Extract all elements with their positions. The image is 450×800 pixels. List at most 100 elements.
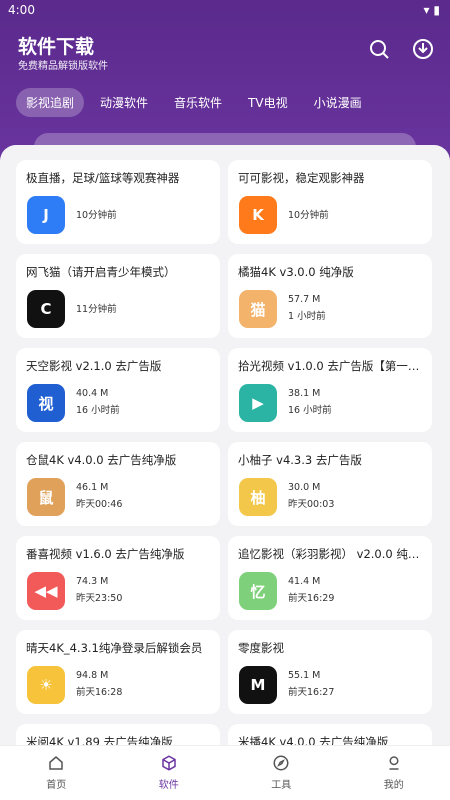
app-icon-glyph: 鼠 [38,488,54,507]
page-subtitle: 免费精品解锁版软件 [18,61,108,72]
tab-anime[interactable]: 动漫软件 [90,88,158,117]
tab-tv[interactable]: TV电视 [238,88,298,117]
tab-novels[interactable]: 小说漫画 [304,88,372,117]
app-meta: 40.4 M 16 小时前 [76,385,120,419]
app-card[interactable]: 零度影视 M 55.1 M 前天16:27 [228,630,432,714]
app-card[interactable]: 仓鼠4K v4.0.0 去广告纯净版鼠 46.1 M 昨天00:46 [16,442,220,526]
app-icon: 柚 [239,478,277,516]
app-icon: M [239,666,277,704]
app-card[interactable]: 可可影视，稳定观影神器 K 10分钟前 [228,160,432,244]
app-meta-line2: 前天16:28 [76,687,123,698]
status-time: 4:00 [8,3,35,17]
app-meta-line1: 94.8 M [76,670,109,681]
nav-tools[interactable]: 工具 [225,746,338,800]
app-meta: 46.1 M 昨天00:46 [76,479,122,513]
app-card[interactable]: 拾光视频 v1.0.0 去广告版【第一… ▶ 38.1 M 16 小时前 [228,348,432,432]
app-icon-glyph: J [43,206,49,224]
app-card[interactable]: 米播4K v4.0.0 去广告纯净版 [228,724,432,745]
tab-music[interactable]: 音乐软件 [164,88,232,117]
nav-me[interactable]: 我的 [338,746,450,800]
app-meta-line2: 昨天00:46 [76,499,123,510]
app-icon: ☀ [27,666,65,704]
app-meta: 55.1 M 前天16:27 [288,667,334,701]
nav-home[interactable]: 首页 [0,746,113,800]
tab-movies[interactable]: 影视追剧 [16,88,85,117]
app-title: 米播4K v4.0.0 去广告纯净版 [238,735,389,745]
app-title: 天空影视 v2.1.0 去广告版 [26,359,162,373]
home-icon [49,756,63,770]
box-icon [162,755,176,771]
page-title: 软件下载 [18,36,95,58]
app-title: 零度影视 [238,641,284,655]
app-icon-glyph: C [40,300,52,318]
app-title: 小柚子 v4.3.3 去广告版 [238,453,362,467]
app-icon-glyph: 忆 [250,582,266,601]
app-icon: 猫 [239,290,277,328]
app-icon-glyph: ☀ [39,676,53,694]
app-title: 仓鼠4K v4.0.0 去广告纯净版 [26,453,177,467]
app-icon: 鼠 [27,478,65,516]
app-card[interactable]: 极直播，足球/篮球等观赛神器 J 10分钟前 [16,160,220,244]
app-meta: 41.4 M 前天16:29 [288,573,334,607]
app-title: 拾光视频 v1.0.0 去广告版【第一… [238,359,420,373]
app-meta: 94.8 M 前天16:28 [76,667,122,701]
app-title: 极直播，足球/篮球等观赛神器 [26,171,180,185]
app-meta-line1: 55.1 M [288,670,321,681]
app-card[interactable]: 晴天4K_4.3.1纯净登录后解锁会员 ☀ 94.8 M 前天16:28 [16,630,220,714]
app-meta-line1: 74.3 M [76,576,109,587]
app-icon: ◀◀ [27,572,65,610]
app-title: 橘猫4K v3.0.0 纯净版 [238,265,354,279]
app-title: 番喜视频 v1.6.0 去广告纯净版 [26,547,185,561]
search-icon [370,40,389,59]
download-icon [413,39,433,59]
app-meta: 57.7 M 1 小时前 [288,291,326,325]
app-meta-line2: 16 小时前 [76,405,120,416]
app-card[interactable]: 追忆影视（彩羽影视） v2.0.0 纯… 忆 41.4 M 前天16:29 [228,536,432,620]
app-meta-line2: 1 小时前 [288,311,326,322]
search-button[interactable] [366,36,392,62]
nav-label: 首页 [46,780,67,791]
app-meta-line1: 40.4 M [76,388,109,399]
nav-software[interactable]: 软件 [113,746,226,800]
app-icon-glyph: 柚 [250,488,266,507]
app-title: 米阅4K v1.89 去广告纯净版 [26,735,173,745]
app-meta: 10分钟前 [288,207,329,224]
app-title: 网飞猫（请开启青少年模式） [26,265,176,279]
app-icon-glyph: ◀◀ [34,582,58,600]
app-icon: ▶ [239,384,277,422]
app-card[interactable]: 橘猫4K v3.0.0 纯净版猫 57.7 M 1 小时前 [228,254,432,338]
app-meta: 38.1 M 16 小时前 [288,385,332,419]
app-card[interactable]: 小柚子 v4.3.3 去广告版柚 30.0 M 昨天00:03 [228,442,432,526]
app-title: 晴天4K_4.3.1纯净登录后解锁会员 [26,641,203,655]
status-bar: 4:00 ▾ ▮ [0,0,450,22]
app-meta-line1: 30.0 M [288,482,321,493]
app-icon-glyph: ▶ [252,394,264,412]
app-card[interactable]: 米阅4K v1.89 去广告纯净版 [16,724,220,745]
app-icon: K [239,196,277,234]
bottom-nav: 首页 软件 工具 我的 [0,745,450,800]
app-meta: 30.0 M 昨天00:03 [288,479,334,513]
app-title: 追忆影视（彩羽影视） v2.0.0 纯… [238,547,420,561]
app-card[interactable]: 网飞猫（请开启青少年模式） C 11分钟前 [16,254,220,338]
category-tabs: 影视追剧 动漫软件 音乐软件 TV电视 小说漫画 [16,88,372,117]
app-list: 极直播，足球/篮球等观赛神器 J 10分钟前 可可影视，稳定观影神器 K 10分钟前 网飞猫… [0,145,450,745]
app-meta-line2: 前天16:29 [288,593,335,604]
app-icon: J [27,196,65,234]
app-meta-line1: 46.1 M [76,482,109,493]
app-meta: 10分钟前 [76,207,117,224]
app-meta-line1: 10分钟前 [76,210,117,221]
app-card[interactable]: 天空影视 v2.1.0 去广告版视 40.4 M 16 小时前 [16,348,220,432]
user-icon [389,756,399,770]
app-meta-line1: 38.1 M [288,388,321,399]
app-meta-line1: 11分钟前 [76,304,117,315]
app-icon: C [27,290,65,328]
app-meta-line2: 昨天00:03 [288,499,335,510]
app-meta: 74.3 M 昨天23:50 [76,573,122,607]
download-button[interactable] [410,36,436,62]
app-meta-line2: 16 小时前 [288,405,332,416]
nav-label: 软件 [158,780,179,791]
app-icon-glyph: 视 [38,394,54,413]
app-card[interactable]: 番喜视频 v1.6.0 去广告纯净版 ◀◀ 74.3 M 昨天23:50 [16,536,220,620]
app-meta-line1: 41.4 M [288,576,321,587]
app-meta-line2: 前天16:27 [288,687,335,698]
